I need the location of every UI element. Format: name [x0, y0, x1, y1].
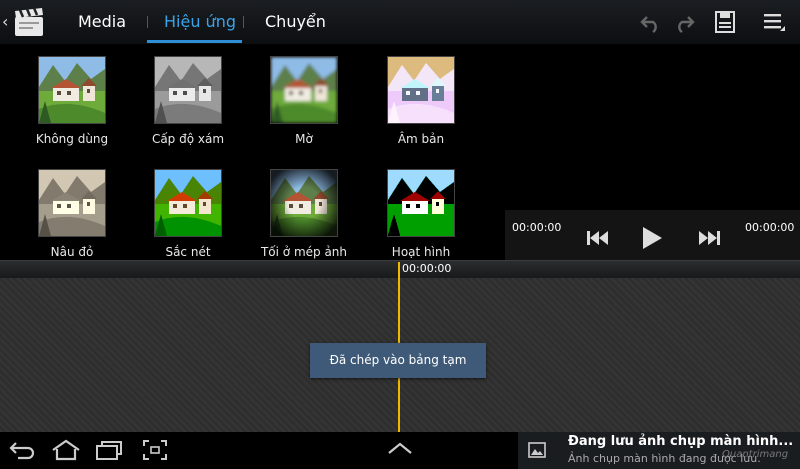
active-tab-indicator: [147, 40, 242, 43]
tab-separator: [243, 16, 244, 28]
effect-sharpen[interactable]: Sắc nét: [133, 169, 243, 259]
toast-message: Đã chép vào bảng tạm: [310, 343, 486, 378]
effect-label: Tối ở mép ảnh: [260, 245, 348, 259]
start-time: 00:00:00: [512, 221, 562, 234]
effect-sepia[interactable]: Nâu đỏ: [17, 169, 127, 259]
back-nav-icon[interactable]: [8, 438, 36, 462]
clapperboard-icon[interactable]: [12, 5, 46, 39]
chevron-up-icon[interactable]: [387, 440, 413, 456]
effect-label: Nâu đỏ: [50, 245, 94, 259]
effect-blur[interactable]: Mờ: [249, 56, 359, 146]
save-icon[interactable]: [713, 10, 737, 34]
effect-label: Cấp độ xám: [151, 132, 225, 146]
tab-effects[interactable]: Hiệu ứng: [164, 0, 236, 44]
rewind-icon[interactable]: [586, 229, 610, 247]
effect-label: Hoạt hình: [391, 245, 451, 259]
effect-none[interactable]: Không dùng: [17, 56, 127, 146]
effect-label: Sắc nét: [165, 245, 211, 259]
top-action-bar: ‹ Media Hiệu ứng Chuyển: [0, 0, 800, 45]
fast-forward-icon[interactable]: [697, 229, 721, 247]
notification-title: Đang lưu ảnh chụp màn hình...: [568, 434, 794, 449]
effect-label: Không dùng: [35, 132, 109, 146]
image-icon: [528, 442, 546, 458]
effect-cartoon[interactable]: Hoạt hình: [366, 169, 476, 259]
effects-panel: Không dùng Cấp độ xám Mờ Âm bản Nâu đỏ S…: [0, 44, 505, 260]
recent-apps-icon[interactable]: [94, 438, 124, 462]
effect-thumbnail: [154, 169, 222, 237]
end-time: 00:00:00: [745, 221, 795, 234]
watermark: Quantrimang: [722, 449, 789, 460]
undo-icon[interactable]: [639, 10, 663, 34]
tab-separator: [147, 16, 148, 28]
menu-icon[interactable]: [762, 10, 786, 34]
screenshot-icon[interactable]: [141, 438, 169, 462]
effect-vignette[interactable]: Tối ở mép ảnh: [249, 169, 359, 259]
effect-negative[interactable]: Âm bản: [366, 56, 476, 146]
effect-thumbnail: [387, 56, 455, 124]
effect-thumbnail: [270, 169, 338, 237]
effect-thumbnail: [387, 169, 455, 237]
timeline-ruler: [0, 260, 800, 279]
effect-label: Âm bản: [397, 132, 445, 146]
home-icon[interactable]: [50, 438, 82, 462]
effect-grayscale[interactable]: Cấp độ xám: [133, 56, 243, 146]
playhead-time: 00:00:00: [402, 262, 452, 275]
tab-media[interactable]: Media: [78, 0, 126, 44]
redo-icon[interactable]: [672, 10, 696, 34]
back-icon[interactable]: ‹: [2, 12, 8, 31]
effect-thumbnail: [38, 56, 106, 124]
effect-label: Mờ: [295, 132, 313, 146]
effect-thumbnail: [38, 169, 106, 237]
effect-thumbnail: [270, 56, 338, 124]
effect-thumbnail: [154, 56, 222, 124]
play-icon[interactable]: [640, 226, 664, 250]
tab-transitions[interactable]: Chuyển: [265, 0, 326, 44]
